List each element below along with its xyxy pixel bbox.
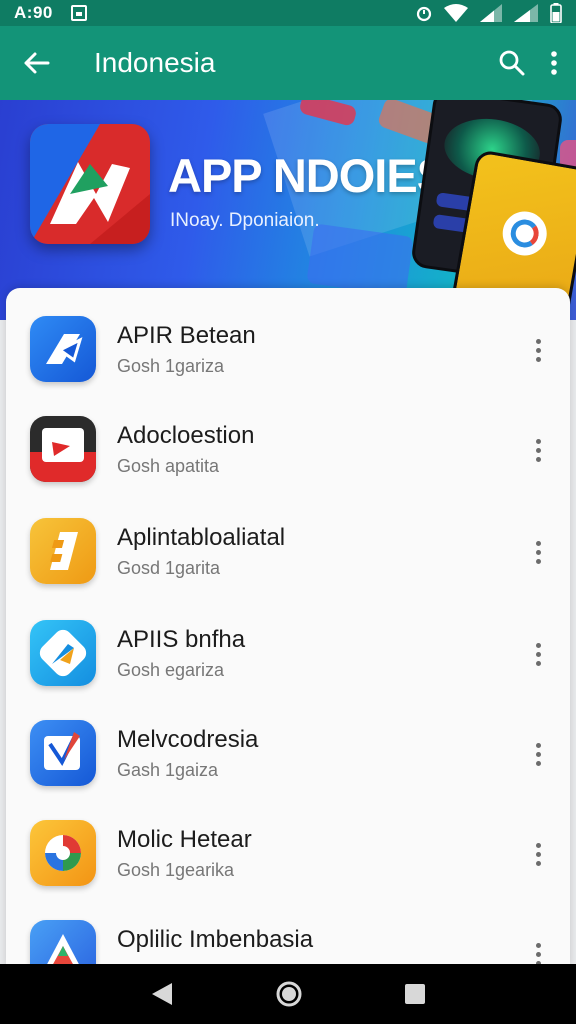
search-icon[interactable] <box>498 49 526 77</box>
signal-icon <box>480 4 502 22</box>
item-more-icon[interactable] <box>526 934 550 968</box>
list-item[interactable]: Oplilic Imbenbasia <box>6 920 570 968</box>
banner-subtitle: INoay. Dponiaion. <box>170 210 320 231</box>
app-subtitle: Gosh apatita <box>117 456 220 476</box>
app-subtitle: Gosh 1gariza <box>117 356 225 376</box>
app-name: Melvcodresia <box>117 726 259 753</box>
list-item[interactable]: Adocloestion Gosh apatita <box>6 416 570 516</box>
alarm-icon <box>416 6 432 22</box>
app-bar: Indonesia <box>0 26 576 100</box>
app-name: APIR Betean <box>117 322 256 349</box>
arrow-left-icon <box>24 52 50 74</box>
app-subtitle: Gosd 1garita <box>117 558 221 578</box>
item-more-icon[interactable] <box>526 330 550 370</box>
signal-icon-2 <box>514 4 538 22</box>
app-name: Adocloestion <box>117 422 255 449</box>
item-more-icon[interactable] <box>526 734 550 774</box>
wifi-icon <box>444 4 468 22</box>
list-item[interactable]: Molic Hetear Gosh 1gearika <box>6 820 570 920</box>
status-bar: A:90 <box>0 0 576 26</box>
back-button[interactable] <box>18 45 54 81</box>
nav-recents-icon[interactable] <box>404 983 426 1005</box>
app-name: Molic Hetear <box>117 826 252 853</box>
list-item[interactable]: APIIS bnfha Gosh egariza <box>6 620 570 720</box>
list-item[interactable]: APIR Betean Gosh 1gariza <box>6 316 570 416</box>
app-list: APIR Betean Gosh 1gariza Adocloestion Go… <box>6 288 570 968</box>
list-item[interactable]: Melvcodresia Gash 1gaiza <box>6 720 570 820</box>
status-time: A:90 <box>14 3 53 22</box>
compass-app-icon <box>30 620 96 686</box>
promo-banner[interactable]: APP NDOIESIA INoay. Dponiaion. <box>0 100 576 320</box>
edit-app-icon <box>30 720 96 786</box>
triangle-app-icon <box>30 920 96 968</box>
item-more-icon[interactable] <box>526 430 550 470</box>
app-subtitle: Gosh 1gearika <box>117 860 235 880</box>
battery-icon <box>550 3 562 23</box>
block-app-icon <box>30 518 96 584</box>
list-item[interactable]: Aplintabloaliatal Gosd 1garita <box>6 518 570 618</box>
app-name: Oplilic Imbenbasia <box>117 926 314 953</box>
page-title: Indonesia <box>94 47 216 78</box>
nav-home-icon[interactable] <box>275 980 303 1008</box>
app-name: Aplintabloaliatal <box>117 524 286 551</box>
overflow-menu-icon[interactable] <box>550 50 558 76</box>
video-app-icon <box>30 416 96 482</box>
banner-logo <box>30 124 150 244</box>
item-more-icon[interactable] <box>526 532 550 572</box>
app-name: APIIS bnfha <box>117 626 246 653</box>
status-icons <box>416 3 562 23</box>
nav-back-icon[interactable] <box>150 981 174 1007</box>
app-subtitle: Gosh egariza <box>117 660 225 680</box>
arrow-app-icon <box>30 316 96 382</box>
item-more-icon[interactable] <box>526 634 550 674</box>
system-nav-bar <box>0 964 576 1024</box>
swirl-app-icon <box>30 820 96 886</box>
item-more-icon[interactable] <box>526 834 550 874</box>
app-subtitle: Gash 1gaiza <box>117 760 219 780</box>
sim-card-icon <box>70 5 87 21</box>
